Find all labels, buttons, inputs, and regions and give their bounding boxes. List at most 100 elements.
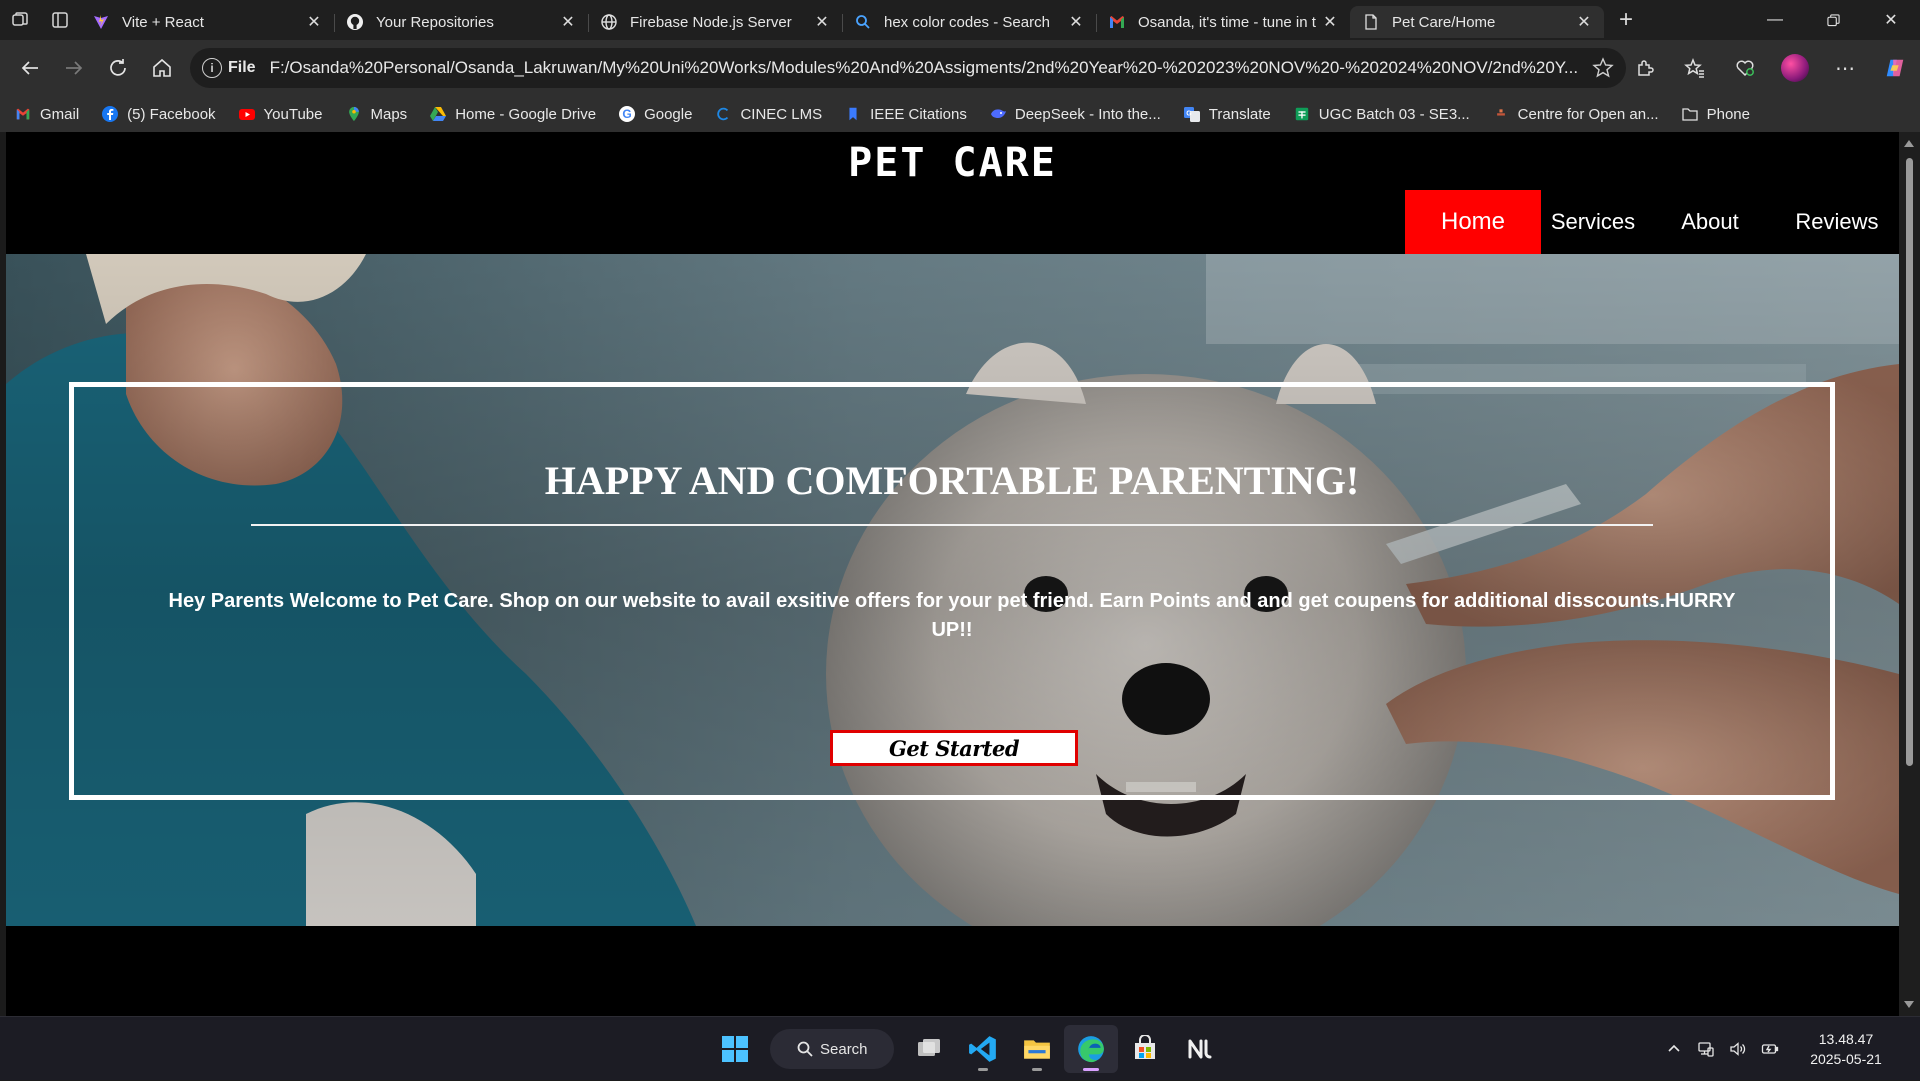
close-tab-icon[interactable]: ✕ xyxy=(1066,12,1086,32)
bookmark-maps[interactable]: Maps xyxy=(345,105,408,123)
file-explorer-icon[interactable] xyxy=(1010,1025,1064,1073)
hero-heading: HAPPY AND COMFORTABLE PARENTING! xyxy=(544,458,1360,503)
svg-text:G: G xyxy=(622,107,631,121)
gmail-icon xyxy=(1108,13,1126,31)
get-started-button[interactable]: Get Started xyxy=(830,730,1078,766)
page-scrollbar[interactable] xyxy=(1899,132,1920,1016)
bookmark-google-drive[interactable]: Home - Google Drive xyxy=(429,105,596,123)
forward-icon[interactable] xyxy=(52,48,96,88)
close-tab-icon[interactable]: ✕ xyxy=(558,12,578,32)
scroll-up-icon[interactable] xyxy=(1904,140,1914,147)
bookmark-phone-folder[interactable]: Phone xyxy=(1681,105,1750,123)
browser-toolbar: i File F:/Osanda%20Personal/Osanda_Lakru… xyxy=(0,40,1920,96)
tab-your-repositories[interactable]: Your Repositories ✕ xyxy=(334,6,588,38)
tab-firebase-server[interactable]: Firebase Node.js Server ✕ xyxy=(588,6,842,38)
tab-actions-icon[interactable] xyxy=(40,0,80,40)
refresh-icon[interactable] xyxy=(96,48,140,88)
bookmark-label: DeepSeek - Into the... xyxy=(1014,105,1161,123)
bookmarks-bar: Gmail (5) Facebook YouTube Maps Home - G… xyxy=(0,96,1920,132)
scroll-down-icon[interactable] xyxy=(1904,1001,1914,1008)
system-clock[interactable]: 13.48.47 2025-05-21 xyxy=(1786,1029,1906,1069)
centre-icon xyxy=(1492,105,1510,123)
workspaces-icon[interactable] xyxy=(0,0,40,40)
battery-icon[interactable] xyxy=(1754,1029,1786,1069)
windows-start-icon[interactable] xyxy=(708,1025,762,1073)
bookmark-label: Phone xyxy=(1706,105,1750,123)
volume-icon[interactable] xyxy=(1722,1029,1754,1069)
bookmark-google[interactable]: G Google xyxy=(618,105,692,123)
restore-icon[interactable] xyxy=(1804,0,1862,40)
task-view-icon[interactable] xyxy=(902,1025,956,1073)
bookmark-label: Gmail xyxy=(40,105,80,123)
running-indicator xyxy=(1083,1068,1099,1071)
bookmark-label: UGC Batch 03 - SE3... xyxy=(1318,105,1470,123)
close-window-icon[interactable]: ✕ xyxy=(1862,0,1920,40)
back-icon[interactable] xyxy=(8,48,52,88)
edge-browser-icon[interactable] xyxy=(1064,1025,1118,1073)
new-tab-icon[interactable]: + xyxy=(1608,2,1644,38)
favorites-icon[interactable] xyxy=(1670,48,1720,88)
bookmark-translate[interactable]: G Translate xyxy=(1183,105,1271,123)
microsoft-store-icon[interactable] xyxy=(1118,1025,1172,1073)
bookmark-gmail[interactable]: Gmail xyxy=(14,105,79,123)
network-icon[interactable] xyxy=(1690,1029,1722,1069)
address-url[interactable]: F:/Osanda%20Personal/Osanda_Lakruwan/My%… xyxy=(270,58,1590,78)
window-controls: — ✕ xyxy=(1746,0,1920,40)
copilot-icon[interactable] xyxy=(1870,48,1920,88)
close-tab-icon[interactable]: ✕ xyxy=(304,12,324,32)
profile-avatar[interactable] xyxy=(1770,48,1820,88)
notion-style-app-icon[interactable] xyxy=(1172,1025,1226,1073)
extensions-icon[interactable] xyxy=(1620,48,1670,88)
bookmark-ugc-batch[interactable]: UGC Batch 03 - SE3... xyxy=(1293,105,1470,123)
tab-gmail[interactable]: Osanda, it's time - tune in t ✕ xyxy=(1096,6,1350,38)
home-icon[interactable] xyxy=(140,48,184,88)
bookmark-youtube[interactable]: YouTube xyxy=(238,105,323,123)
bookmark-label: Maps xyxy=(370,105,408,123)
taskbar-apps: Search xyxy=(708,1025,1226,1073)
address-bar[interactable]: i File F:/Osanda%20Personal/Osanda_Lakru… xyxy=(190,48,1626,88)
show-hidden-icons-chevron-icon[interactable] xyxy=(1658,1029,1690,1069)
bookmark-label: Translate xyxy=(1208,105,1271,123)
bookmark-facebook[interactable]: (5) Facebook xyxy=(101,105,216,123)
tab-vite-react[interactable]: Vite + React ✕ xyxy=(80,6,334,38)
close-tab-icon[interactable]: ✕ xyxy=(812,12,832,32)
browser-essentials-icon[interactable] xyxy=(1720,48,1770,88)
close-tab-icon[interactable]: ✕ xyxy=(1320,12,1340,32)
nav-about[interactable]: About xyxy=(1645,190,1775,254)
tab-title: Your Repositories xyxy=(376,13,494,31)
bookmark-cinec-lms[interactable]: CINEC LMS xyxy=(714,105,822,123)
bookmark-label: Home - Google Drive xyxy=(455,105,597,123)
svg-text:G: G xyxy=(1186,111,1192,118)
close-tab-icon[interactable]: ✕ xyxy=(1574,12,1594,32)
tab-pet-care-home[interactable]: Pet Care/Home ✕ xyxy=(1350,6,1604,38)
bing-search-icon xyxy=(854,13,872,31)
bookmark-centre-open[interactable]: Centre for Open an... xyxy=(1492,105,1659,123)
taskbar-search[interactable]: Search xyxy=(770,1029,894,1069)
tab-hex-color-search[interactable]: hex color codes - Search ✕ xyxy=(842,6,1096,38)
nav-services[interactable]: Services xyxy=(1541,190,1645,254)
page-viewport: PET CARE Home Services About Reviews HAP… xyxy=(6,132,1899,1016)
windows-taskbar: Search 13.48.47 2025-05-21 xyxy=(0,1016,1920,1080)
vscode-icon[interactable] xyxy=(956,1025,1010,1073)
vite-icon xyxy=(92,13,110,31)
hero-section: HAPPY AND COMFORTABLE PARENTING! Hey Par… xyxy=(6,254,1899,926)
bookmark-label: Google xyxy=(644,105,693,123)
nav-home[interactable]: Home xyxy=(1405,190,1541,254)
site-title: PET CARE xyxy=(848,140,1057,186)
nav-reviews[interactable]: Reviews xyxy=(1775,190,1899,254)
more-options-icon[interactable]: ⋯ xyxy=(1820,48,1870,88)
bookmark-icon xyxy=(844,105,862,123)
scrollbar-thumb[interactable] xyxy=(1906,158,1913,766)
bookmark-label: IEEE Citations xyxy=(870,105,967,123)
system-tray: 13.48.47 2025-05-21 xyxy=(1658,1017,1920,1081)
clock-date: 2025-05-21 xyxy=(1810,1051,1882,1067)
bookmark-deepseek[interactable]: DeepSeek - Into the... xyxy=(989,105,1161,123)
page-icon xyxy=(1362,13,1380,31)
favorite-star-icon[interactable] xyxy=(1592,57,1614,79)
hero-description: Hey Parents Welcome to Pet Care. Shop on… xyxy=(168,590,1736,641)
minimize-icon[interactable]: — xyxy=(1746,0,1804,40)
facebook-icon xyxy=(101,105,119,123)
google-drive-icon xyxy=(429,105,447,123)
bookmark-ieee-citations[interactable]: IEEE Citations xyxy=(844,105,967,123)
site-info-icon[interactable]: i xyxy=(202,58,222,78)
